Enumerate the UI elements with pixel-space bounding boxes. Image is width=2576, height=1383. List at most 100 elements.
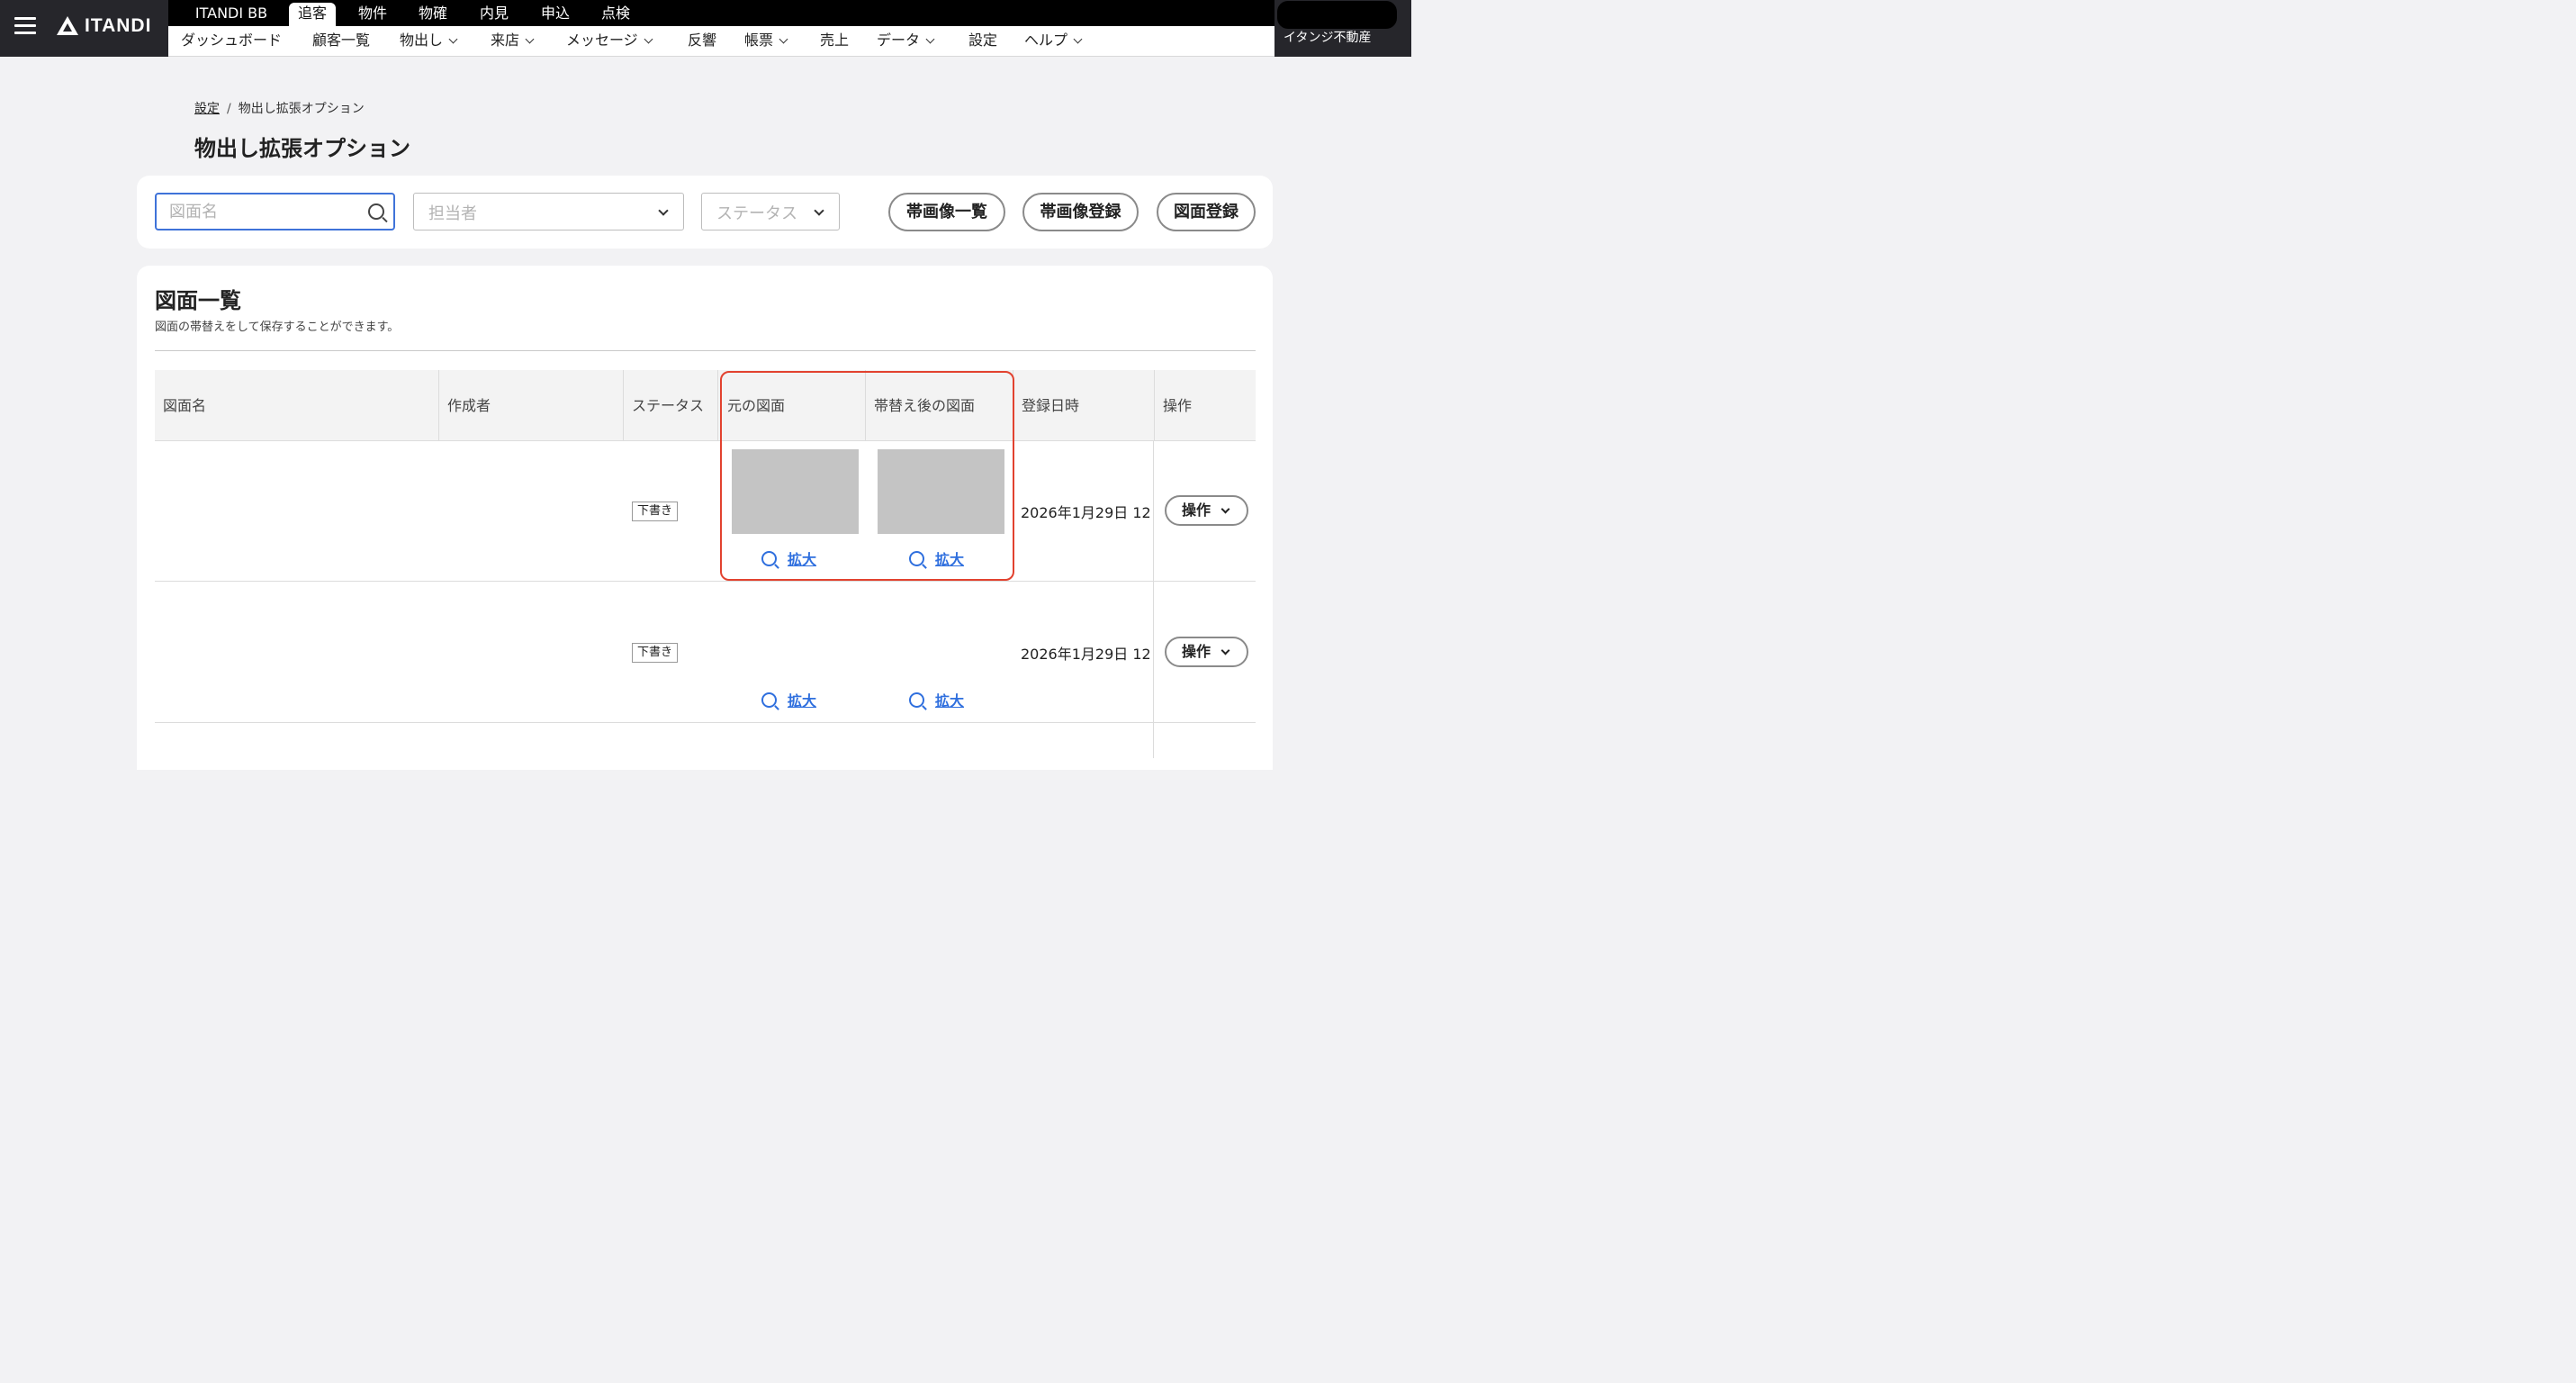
nav-hankyo[interactable]: 反響 — [688, 32, 716, 50]
status-badge: 下書き — [632, 502, 679, 521]
chevron-down-icon — [1220, 646, 1230, 655]
status-select[interactable]: ステータス — [701, 193, 840, 230]
magnifier-icon — [761, 692, 777, 708]
search-input[interactable] — [169, 194, 367, 229]
replaced-drawing-cell: 拡大 — [865, 583, 1013, 723]
replaced-drawing-cell: 拡大 — [865, 441, 1013, 582]
status-placeholder: ステータス — [716, 204, 797, 223]
column-drawing-name: 図面名 — [163, 397, 207, 414]
date-cell: 2026年1月29日 12: — [1013, 441, 1154, 582]
column-author: 作成者 — [438, 370, 623, 441]
zoom-link[interactable]: 拡大 — [761, 547, 816, 569]
column-divider — [1153, 441, 1154, 758]
tab-itandi-bb[interactable]: ITANDI BB — [188, 3, 275, 26]
chevron-down-icon — [658, 205, 669, 216]
table-row: 下書き 拡大 拡大 2026年1月29日 12: 操作 — [155, 583, 1256, 723]
operation-button[interactable]: 操作 — [1165, 495, 1248, 526]
registered-date: 2026年1月29日 12: — [1021, 504, 1152, 521]
nav-message[interactable]: メッセージ — [566, 32, 653, 50]
itandi-logo-icon — [57, 16, 78, 35]
tab-bukkaku[interactable]: 物確 — [410, 3, 455, 26]
tab-tenken[interactable]: 点検 — [593, 3, 638, 26]
tab-naiken[interactable]: 内見 — [472, 3, 517, 26]
column-status: ステータス — [623, 370, 717, 441]
status-cell: 下書き — [623, 441, 717, 582]
chevron-down-icon — [1220, 504, 1230, 514]
chevron-down-icon — [644, 34, 653, 44]
nav-monodashi-label: 物出し — [400, 32, 444, 49]
assignee-placeholder: 担当者 — [428, 204, 477, 223]
registered-date: 2026年1月29日 12: — [1021, 646, 1152, 663]
status-badge: 下書き — [632, 643, 679, 663]
brand-logo[interactable]: ITANDI — [56, 15, 151, 37]
sub-navigation: ダッシュボード 顧客一覧 物出し 来店 メッセージ 反響 帳票 売上 データ 設… — [168, 26, 1274, 57]
search-icon[interactable] — [368, 203, 384, 220]
table-header: 図面名 作成者 ステータス 元の図面 帯替え後の図面 登録日時 操作 — [155, 370, 1256, 441]
nav-chohyo[interactable]: 帳票 — [744, 32, 788, 50]
action-cell: 操作 — [1154, 583, 1256, 723]
list-title: 図面一覧 — [155, 288, 241, 313]
nav-uriage-label: 売上 — [820, 32, 850, 49]
nav-data[interactable]: データ — [877, 32, 935, 50]
tab-moushikomi[interactable]: 申込 — [533, 3, 578, 26]
drawing-list-card: 図面一覧 図面の帯替えをして保存することができます。 図面名 作成者 ステータス… — [137, 266, 1273, 770]
nav-uriage[interactable]: 売上 — [820, 32, 849, 50]
original-drawing-cell: 拡大 — [717, 441, 865, 582]
operation-button[interactable]: 操作 — [1165, 637, 1248, 667]
divider — [155, 350, 1256, 351]
breadcrumb-current: 物出し拡張オプション — [238, 102, 365, 116]
main-navigation: ITANDI BB 追客 物件 物確 内見 申込 点検 ダッシュボード 顧客一覧… — [168, 0, 1274, 57]
drawing-register-button[interactable]: 図面登録 — [1157, 193, 1256, 231]
nav-help[interactable]: ヘルプ — [1024, 32, 1083, 50]
column-replaced-drawing: 帯替え後の図面 — [865, 370, 1013, 441]
company-name: イタンジ不動産 — [1283, 31, 1372, 45]
product-tabs: ITANDI BB 追客 物件 物確 内見 申込 点検 — [168, 0, 1274, 26]
list-description: 図面の帯替えをして保存することができます。 — [155, 321, 400, 334]
brand-name: ITANDI — [85, 15, 152, 36]
zoom-link[interactable]: 拡大 — [909, 547, 964, 569]
nav-customer-list[interactable]: 顧客一覧 — [312, 32, 370, 50]
menu-icon[interactable] — [14, 17, 36, 35]
chevron-down-icon — [525, 34, 535, 44]
nav-dashboard-label: ダッシュボード — [181, 32, 283, 49]
nav-data-label: データ — [877, 32, 921, 49]
band-image-list-button[interactable]: 帯画像一覧 — [888, 193, 1005, 231]
nav-settings-label: 設定 — [968, 32, 998, 49]
nav-raiten[interactable]: 来店 — [491, 32, 535, 50]
chevron-down-icon — [448, 34, 458, 44]
original-drawing-thumbnail[interactable] — [732, 449, 859, 534]
operation-label: 操作 — [1182, 643, 1211, 660]
user-menu[interactable]: イタンジ不動産 — [1274, 0, 1411, 57]
nav-raiten-label: 来店 — [491, 32, 520, 49]
breadcrumb-separator: / — [227, 102, 231, 116]
zoom-label: 拡大 — [788, 551, 817, 568]
search-field[interactable] — [155, 193, 395, 230]
chevron-down-icon — [1073, 34, 1083, 44]
nav-monodashi[interactable]: 物出し — [400, 32, 458, 50]
nav-customer-list-label: 顧客一覧 — [312, 32, 371, 49]
original-drawing-cell: 拡大 — [717, 583, 865, 723]
zoom-link[interactable]: 拡大 — [909, 689, 964, 710]
zoom-label: 拡大 — [788, 692, 817, 710]
assignee-select[interactable]: 担当者 — [413, 193, 684, 230]
operation-label: 操作 — [1182, 502, 1211, 519]
nav-dashboard[interactable]: ダッシュボード — [181, 32, 282, 50]
nav-chohyo-label: 帳票 — [744, 32, 774, 49]
tab-bukken[interactable]: 物件 — [350, 3, 395, 26]
band-image-register-button[interactable]: 帯画像登録 — [1022, 193, 1139, 231]
chevron-down-icon — [814, 205, 824, 216]
chevron-down-icon — [925, 34, 935, 44]
nav-help-label: ヘルプ — [1024, 32, 1068, 49]
status-cell: 下書き — [623, 583, 717, 723]
zoom-label: 拡大 — [935, 551, 965, 568]
action-cell: 操作 — [1154, 441, 1256, 582]
column-registered-date: 登録日時 — [1013, 370, 1154, 441]
breadcrumb-settings-link[interactable]: 設定 — [194, 102, 220, 116]
table-row: 下書き 拡大 拡大 2026年1月29日 12: 操作 — [155, 441, 1256, 582]
nav-message-label: メッセージ — [566, 32, 638, 49]
replaced-drawing-thumbnail[interactable] — [878, 449, 1004, 534]
zoom-link[interactable]: 拡大 — [761, 689, 816, 710]
nav-settings[interactable]: 設定 — [968, 32, 997, 50]
tab-tsuikyaku[interactable]: 追客 — [289, 3, 336, 26]
column-original-drawing: 元の図面 — [717, 370, 865, 441]
